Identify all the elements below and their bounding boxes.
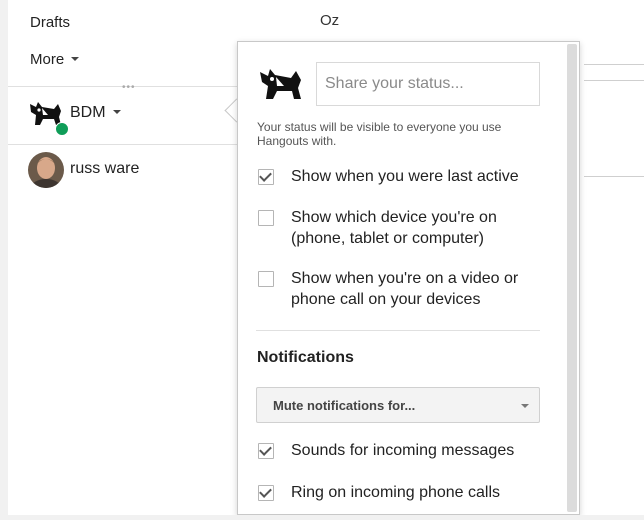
nav-more-link[interactable]: More — [30, 51, 80, 68]
dog-avatar-icon — [260, 69, 301, 99]
background-partial-text: Oz — [320, 12, 340, 29]
background-divider — [584, 64, 644, 65]
sounds-checkbox[interactable] — [258, 443, 274, 459]
option-label: Show which device you're on (phone, tabl… — [291, 209, 497, 247]
last-active-option[interactable]: Show when you were last active — [258, 168, 548, 190]
option-label: Ring on incoming phone calls — [291, 484, 501, 501]
my-hangouts-profile[interactable]: BDM — [28, 98, 228, 136]
last-active-checkbox[interactable] — [258, 169, 274, 185]
device-checkbox[interactable] — [258, 210, 274, 226]
status-visibility-note: Your status will be visible to everyone … — [257, 120, 502, 148]
online-status-dot — [55, 122, 69, 136]
nav-more-label: More — [30, 51, 65, 68]
call-status-checkbox[interactable] — [258, 271, 274, 287]
notifications-heading: Notifications — [257, 349, 354, 366]
chevron-down-icon — [113, 109, 122, 114]
left-nav-panel: Drafts More ••• BDM russ ware — [8, 0, 237, 515]
person-photo-icon — [28, 152, 64, 188]
contacts-divider — [8, 144, 237, 145]
chevron-down-icon — [521, 404, 529, 408]
nav-drafts-link[interactable]: Drafts — [30, 14, 70, 31]
mute-notifications-label: Mute notifications for... — [273, 398, 416, 413]
contact-avatar — [28, 152, 64, 188]
mute-notifications-dropdown[interactable]: Mute notifications for... — [256, 387, 540, 423]
window-frame-bottom — [0, 515, 644, 520]
sounds-option[interactable]: Sounds for incoming messages — [258, 442, 548, 464]
section-divider — [256, 330, 540, 331]
background-divider — [584, 80, 644, 81]
chevron-down-icon — [71, 57, 80, 62]
ring-option[interactable]: Ring on incoming phone calls — [258, 484, 548, 506]
my-name: BDM — [70, 104, 122, 122]
my-name-label: BDM — [70, 104, 106, 121]
background-divider — [584, 176, 644, 177]
resize-handle[interactable]: ••• — [122, 82, 136, 93]
status-settings-popup: Your status will be visible to everyone … — [237, 41, 580, 515]
option-label: Show when you were last active — [291, 168, 519, 185]
popup-scrollbar[interactable] — [567, 44, 577, 512]
ring-checkbox[interactable] — [258, 485, 274, 501]
window-frame-left — [0, 0, 8, 520]
share-status-input[interactable] — [316, 62, 540, 106]
option-label: Sounds for incoming messages — [291, 442, 515, 459]
device-option[interactable]: Show which device you're on (phone, tabl… — [258, 209, 548, 251]
option-label: Show when you're on a video or phone cal… — [291, 270, 519, 308]
call-status-option[interactable]: Show when you're on a video or phone cal… — [258, 270, 548, 312]
contact-name: russ ware — [70, 160, 140, 177]
contact-item[interactable]: russ ware — [28, 152, 228, 192]
